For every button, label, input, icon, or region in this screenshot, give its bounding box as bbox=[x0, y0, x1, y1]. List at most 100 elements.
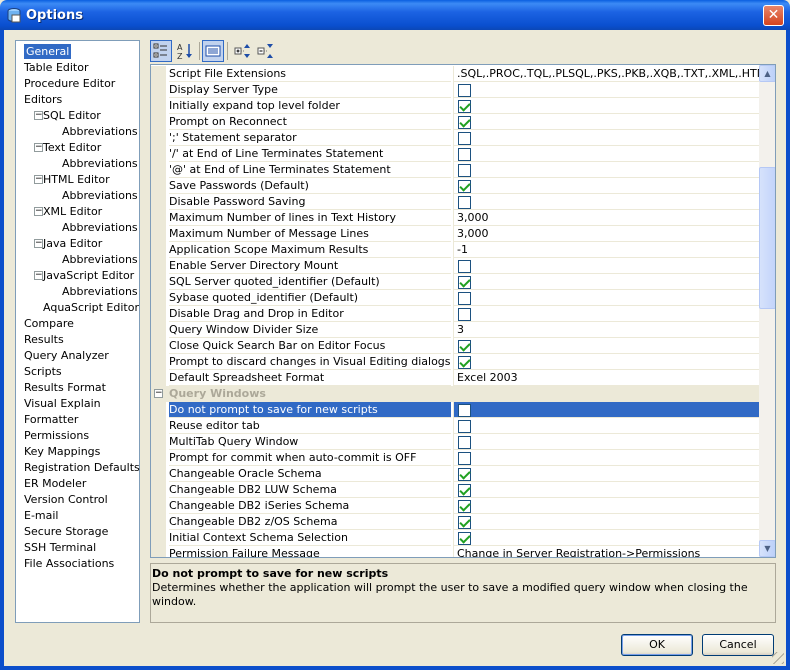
property-value-cell[interactable] bbox=[453, 530, 759, 546]
property-value[interactable]: 3,000 bbox=[453, 226, 759, 242]
tree-item[interactable]: Procedure Editor bbox=[24, 76, 115, 91]
tree-item[interactable]: AquaScript Editor bbox=[43, 300, 139, 315]
property-row[interactable]: Script File Extensions .SQL,.PROC,.TQL,.P… bbox=[151, 66, 759, 82]
checkbox-checked[interactable] bbox=[458, 484, 471, 497]
property-category[interactable]: − Query Windows bbox=[151, 386, 759, 402]
property-value[interactable]: -1 bbox=[453, 242, 759, 258]
tree-item[interactable]: Results bbox=[24, 332, 64, 347]
property-row[interactable]: Enable Server Directory Mount bbox=[151, 258, 759, 274]
property-row[interactable]: Prompt to discard changes in Visual Edit… bbox=[151, 354, 759, 370]
tree-item[interactable]: Permissions bbox=[24, 428, 89, 443]
expand-all-button[interactable] bbox=[232, 40, 254, 62]
tree-item[interactable]: SSH Terminal bbox=[24, 540, 96, 555]
tree-item[interactable]: Editors bbox=[24, 92, 62, 107]
property-row[interactable]: '/' at End of Line Terminates Statement bbox=[151, 146, 759, 162]
tree-item[interactable]: Results Format bbox=[24, 380, 106, 395]
property-value[interactable]: Change in Server Registration->Permissio… bbox=[453, 546, 759, 557]
property-row[interactable]: Sybase quoted_identifier (Default) bbox=[151, 290, 759, 306]
close-button[interactable]: ✕ bbox=[763, 5, 784, 26]
checkbox-unchecked[interactable] bbox=[458, 148, 471, 161]
tree-item[interactable]: File Associations bbox=[24, 556, 114, 571]
tree-item[interactable]: − SQL Editor bbox=[24, 108, 101, 123]
tree-item[interactable]: Query Analyzer bbox=[24, 348, 109, 363]
tree-item[interactable]: Abbreviations bbox=[62, 188, 138, 203]
tree-item[interactable]: General bbox=[24, 44, 72, 59]
property-value[interactable]: .SQL,.PROC,.TQL,.PLSQL,.PKS,.PKB,.XQB,.T… bbox=[453, 66, 759, 82]
scroll-thumb[interactable] bbox=[759, 167, 775, 309]
checkbox-unchecked[interactable] bbox=[458, 84, 471, 97]
property-row[interactable]: Display Server Type bbox=[151, 82, 759, 98]
property-value-cell[interactable] bbox=[453, 434, 759, 450]
property-row[interactable]: Query Window Divider Size 3 bbox=[151, 322, 759, 338]
tree-item[interactable]: ER Modeler bbox=[24, 476, 86, 491]
property-value-cell[interactable] bbox=[453, 114, 759, 130]
property-row[interactable]: Default Spreadsheet Format Excel 2003 bbox=[151, 370, 759, 386]
property-row[interactable]: Changeable DB2 z/OS Schema bbox=[151, 514, 759, 530]
property-row[interactable]: Disable Password Saving bbox=[151, 194, 759, 210]
property-value-cell[interactable] bbox=[453, 514, 759, 530]
property-value-cell[interactable] bbox=[453, 194, 759, 210]
options-category-tree[interactable]: General Table Editor Procedure Editor Edito… bbox=[15, 40, 140, 623]
checkbox-checked[interactable] bbox=[458, 356, 471, 369]
property-grid[interactable]: Script File Extensions .SQL,.PROC,.TQL,.P… bbox=[150, 64, 776, 558]
property-row[interactable]: SQL Server quoted_identifier (Default) bbox=[151, 274, 759, 290]
checkbox-unchecked[interactable] bbox=[458, 436, 471, 449]
tree-item[interactable]: Registration Defaults bbox=[24, 460, 140, 475]
vertical-scrollbar[interactable]: ▲ ▼ bbox=[759, 65, 775, 557]
category-collapse-icon[interactable]: − bbox=[154, 389, 163, 398]
tree-collapse-icon[interactable]: − bbox=[34, 175, 43, 184]
checkbox-unchecked[interactable] bbox=[458, 164, 471, 177]
property-value-cell[interactable] bbox=[453, 402, 759, 418]
checkbox-unchecked[interactable] bbox=[458, 404, 471, 417]
tree-collapse-icon[interactable]: − bbox=[34, 143, 43, 152]
checkbox-unchecked[interactable] bbox=[458, 420, 471, 433]
property-row[interactable]: Initial Context Schema Selection bbox=[151, 530, 759, 546]
property-row[interactable]: Save Passwords (Default) bbox=[151, 178, 759, 194]
tree-item[interactable]: − Java Editor bbox=[24, 236, 102, 251]
tree-item[interactable]: Table Editor bbox=[24, 60, 89, 75]
property-value-cell[interactable] bbox=[453, 178, 759, 194]
cancel-button[interactable]: Cancel bbox=[702, 634, 774, 656]
scroll-down-arrow[interactable]: ▼ bbox=[759, 540, 775, 557]
tree-item[interactable]: Scripts bbox=[24, 364, 62, 379]
resize-grip-icon[interactable] bbox=[772, 652, 784, 664]
tree-item[interactable]: Abbreviations bbox=[62, 252, 138, 267]
tree-collapse-icon[interactable]: − bbox=[34, 207, 43, 216]
property-value-cell[interactable] bbox=[453, 418, 759, 434]
property-value-cell[interactable] bbox=[453, 290, 759, 306]
property-row[interactable]: Permission Failure Message Change in Serv… bbox=[151, 546, 759, 557]
checkbox-checked[interactable] bbox=[458, 116, 471, 129]
collapse-all-button[interactable] bbox=[255, 40, 277, 62]
checkbox-checked[interactable] bbox=[458, 468, 471, 481]
property-row[interactable]: ';' Statement separator bbox=[151, 130, 759, 146]
property-value-cell[interactable] bbox=[453, 274, 759, 290]
checkbox-unchecked[interactable] bbox=[458, 132, 471, 145]
tree-item[interactable]: Formatter bbox=[24, 412, 78, 427]
checkbox-checked[interactable] bbox=[458, 100, 471, 113]
tree-item[interactable]: Abbreviations bbox=[62, 220, 138, 235]
tree-collapse-icon[interactable]: − bbox=[34, 111, 43, 120]
checkbox-checked[interactable] bbox=[458, 276, 471, 289]
property-value-cell[interactable] bbox=[453, 130, 759, 146]
checkbox-unchecked[interactable] bbox=[458, 292, 471, 305]
property-value[interactable]: Excel 2003 bbox=[453, 370, 759, 386]
checkbox-unchecked[interactable] bbox=[458, 260, 471, 273]
property-row[interactable]: Changeable DB2 LUW Schema bbox=[151, 482, 759, 498]
property-row[interactable]: MultiTab Query Window bbox=[151, 434, 759, 450]
property-value-cell[interactable] bbox=[453, 466, 759, 482]
tree-item[interactable]: Abbreviations bbox=[62, 156, 138, 171]
property-row[interactable]: Close Quick Search Bar on Editor Focus bbox=[151, 338, 759, 354]
property-value-cell[interactable] bbox=[453, 338, 759, 354]
tree-item[interactable]: Abbreviations bbox=[62, 284, 138, 299]
property-value-cell[interactable] bbox=[453, 306, 759, 322]
property-row[interactable]: Initially expand top level folder bbox=[151, 98, 759, 114]
property-value-cell[interactable] bbox=[453, 162, 759, 178]
tree-item[interactable]: Secure Storage bbox=[24, 524, 108, 539]
property-row[interactable]: Application Scope Maximum Results -1 bbox=[151, 242, 759, 258]
property-value-cell[interactable] bbox=[453, 258, 759, 274]
property-value-cell[interactable] bbox=[453, 482, 759, 498]
tree-collapse-icon[interactable]: − bbox=[34, 239, 43, 248]
tree-item[interactable]: E-mail bbox=[24, 508, 59, 523]
checkbox-checked[interactable] bbox=[458, 532, 471, 545]
property-row[interactable]: Reuse editor tab bbox=[151, 418, 759, 434]
